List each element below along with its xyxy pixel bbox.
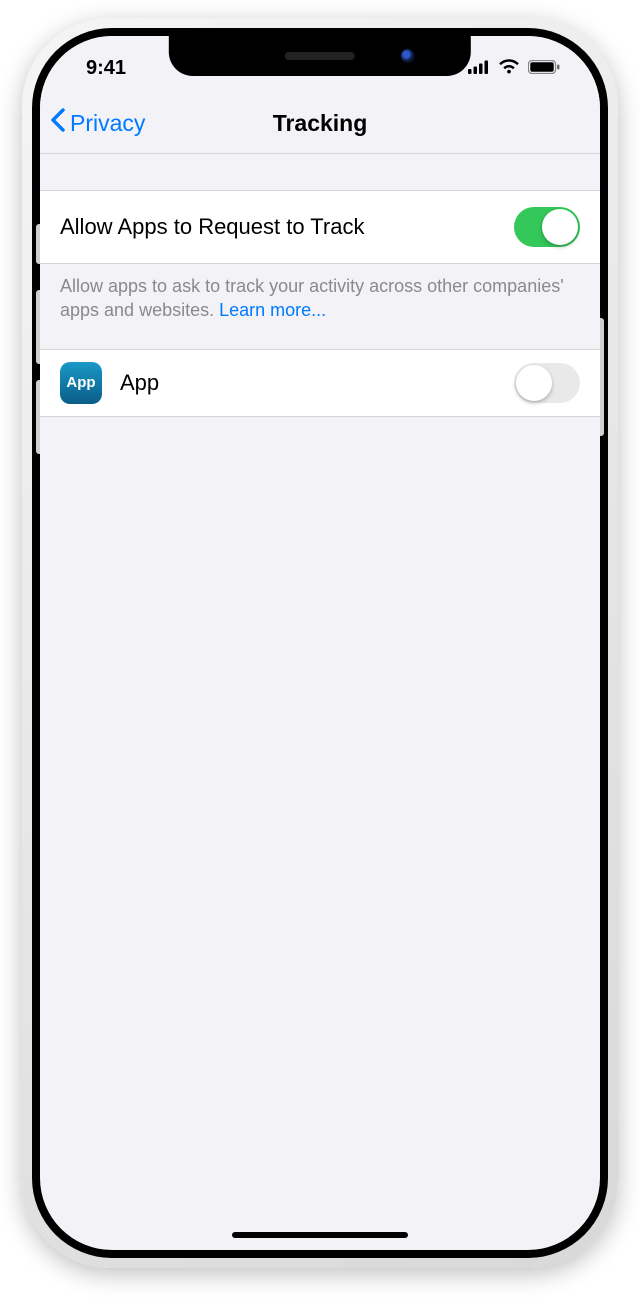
status-time: 9:41 xyxy=(86,57,126,80)
phone-frame: 9:41 Pri xyxy=(22,18,618,1268)
front-camera xyxy=(401,49,415,63)
speaker-grille xyxy=(285,52,355,60)
app-tracking-row: App App xyxy=(40,349,600,417)
home-indicator[interactable] xyxy=(232,1232,408,1238)
settings-content: Allow Apps to Request to Track Allow app… xyxy=(40,154,600,417)
allow-track-label: Allow Apps to Request to Track xyxy=(60,214,365,240)
notch xyxy=(169,36,471,76)
app-name-label: App xyxy=(120,370,496,396)
allow-track-toggle[interactable] xyxy=(514,207,580,247)
toggle-knob xyxy=(516,365,552,401)
wifi-icon xyxy=(498,57,520,80)
allow-track-footer: Allow apps to ask to track your activity… xyxy=(40,264,600,349)
cellular-icon xyxy=(468,57,490,80)
screen: 9:41 Pri xyxy=(40,36,600,1250)
app-tracking-toggle[interactable] xyxy=(514,363,580,403)
app-icon: App xyxy=(60,362,102,404)
battery-icon xyxy=(528,57,560,80)
toggle-knob xyxy=(542,209,578,245)
learn-more-link[interactable]: Learn more... xyxy=(219,300,326,320)
navigation-bar: Privacy Tracking xyxy=(40,94,600,154)
allow-track-row: Allow Apps to Request to Track xyxy=(40,190,600,264)
page-title: Tracking xyxy=(40,110,600,137)
